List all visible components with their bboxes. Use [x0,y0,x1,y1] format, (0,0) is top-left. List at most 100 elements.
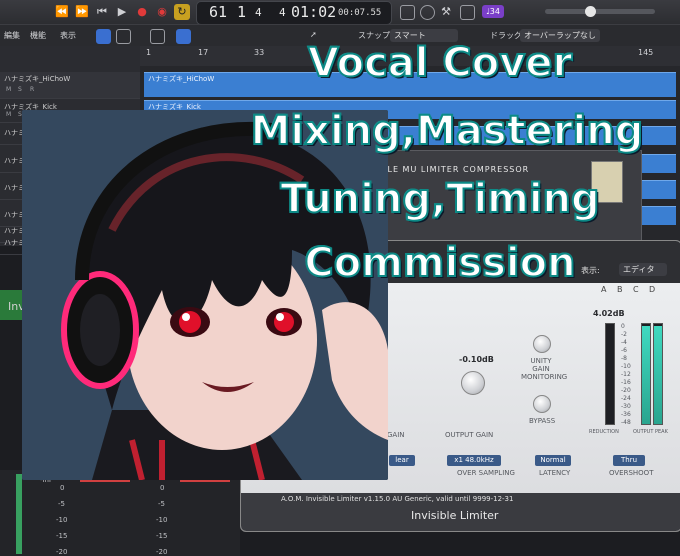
edit-menu[interactable]: 編集 [4,30,20,41]
plugin-version-line: A.O.M. Invisible Limiter v1.15.0 AU Gene… [281,495,514,503]
track-name: ハナミズキ_HiChoW [4,75,71,83]
peak-line [180,480,230,482]
view-menu[interactable]: 表示 [60,30,76,41]
output-db-readout: 4.02dB [593,309,625,318]
lcd-time-fine: 00:07.55 [338,8,382,18]
meter-fill [642,326,650,424]
list-editor-icon[interactable] [400,5,415,20]
note-pad-icon[interactable] [460,5,475,20]
latency-button[interactable]: Normal [535,455,571,466]
lcd-display[interactable]: 61 1 4 4 01:02 00:07.55 [196,1,392,25]
bypass-switch[interactable] [533,395,551,413]
reduction-meter [605,323,615,425]
master-volume-slider[interactable] [545,6,655,17]
latency-label: LATENCY [539,469,571,477]
lcd-tick: 4 [279,6,286,19]
title-line-2: Mixing,Mastering [250,107,645,155]
go-to-start-icon[interactable]: ⏮ [94,4,110,20]
meter-scale-label: -4 [621,339,627,346]
ruler-mark: 17 [198,48,209,57]
ruler-mark: 145 [638,48,654,57]
ruler-mark: 1 [146,48,152,57]
peak-line [80,480,130,482]
output-peak-label: OUTPUT PEAK [633,429,668,435]
unity-gain-switch[interactable] [533,335,551,353]
capture-record-icon[interactable]: ◉ [154,4,170,20]
meter-scale-label: -10 [621,363,631,370]
lcd-beat: 1 [237,3,247,21]
preset-slot[interactable]: B [617,285,623,294]
plugin-footer: A.O.M. Invisible Limiter v1.15.0 AU Gene… [241,493,680,531]
meter-scale-label: -2 [621,331,627,338]
meter-fill [654,326,662,424]
cycle-icon[interactable]: ↻ [174,4,190,20]
avatar-illustration [22,110,388,480]
key-signature-badge[interactable]: ♩34 [482,5,504,18]
fader-scale: 0 [160,484,165,492]
transport-bar: ⏪ ⏩ ⏮ ▶ ● ◉ ↻ 61 1 4 4 01:02 00:07.55 ⚒ … [0,0,680,25]
overshoot-button[interactable]: Thru [613,455,645,466]
fader-scale: -10 [156,516,168,524]
meter-scale-label: -16 [621,379,631,386]
fast-forward-icon[interactable]: ⏩ [74,4,90,20]
bypass-label: BYPASS [529,417,556,425]
meter-scale-label: -20 [621,387,631,394]
preset-slot[interactable]: A [601,285,606,294]
fader-scale: -20 [56,548,68,556]
track-row[interactable]: ハナミズキ_HiChoW M S R [0,72,140,99]
preset-slot[interactable]: D [649,285,655,294]
mute-button[interactable]: M [6,86,11,93]
record-enable-button[interactable]: R [30,86,34,93]
meter-scale-label: -6 [621,347,627,354]
automation-icon[interactable] [176,29,191,44]
volume-knob[interactable] [585,6,596,17]
fader-scale: 0 [60,484,65,492]
output-meter-right [653,323,663,425]
meter-scale-label: -48 [621,419,631,426]
fader-scale: -5 [158,500,165,508]
compressor-title: BLE MU LIMITER COMPRESSOR [381,165,530,174]
title-line-3: Tuning,Timing [279,175,600,223]
solo-button[interactable]: S [18,86,22,93]
unity-gain-label: UNITY GAIN MONITORING [521,357,568,381]
mode-button[interactable]: lear [389,455,415,466]
meter-scale-label: -12 [621,371,631,378]
oversampling-button[interactable]: x1 48.0kHz [447,455,501,466]
grid-view-icon[interactable] [96,29,111,44]
title-line-4: Commission [303,239,576,287]
function-menu[interactable]: 機能 [30,30,46,41]
meter-scale-label: -24 [621,395,631,402]
rewind-icon[interactable]: ⏪ [54,4,70,20]
output-gain-value: -0.10dB [459,355,494,364]
lcd-time: 01:02 [291,3,337,21]
preset-slot[interactable]: C [633,285,639,294]
lcd-bars: 61 [209,3,228,21]
fader-scale: -5 [58,500,65,508]
fader-scale: -15 [156,532,168,540]
fader-scale: -10 [56,516,68,524]
output-meter-left [641,323,651,425]
catch-icon[interactable] [150,29,165,44]
overshoot-label: OVERSHOOT [609,469,654,477]
region-name: ハナミズキ_HiChoW [148,75,215,83]
output-gain-label: OUTPUT GAIN [445,431,494,439]
title-line-1: Vocal Cover [307,39,573,87]
play-icon[interactable]: ▶ [114,4,130,20]
fader-scale: -20 [156,548,168,556]
pointer-tool-icon[interactable]: ➚ [310,30,317,39]
meter-scale-label: -30 [621,403,631,410]
tools-icon[interactable]: ⚒ [438,4,454,20]
gain-label: GAIN [387,431,405,439]
list-view-icon[interactable] [116,29,131,44]
tuner-icon[interactable] [420,5,435,20]
fader-scale: -15 [56,532,68,540]
reduction-label: REDUCTION [589,429,619,435]
oversampling-label: OVER SAMPLING [457,469,515,477]
output-gain-knob[interactable] [461,371,485,395]
mute-button[interactable]: M [6,111,11,118]
record-icon[interactable]: ● [134,4,150,20]
meter-scale-label: 0 [621,323,625,330]
meter-scale-label: -8 [621,355,627,362]
lcd-division: 4 [255,6,262,19]
level-meter [16,474,22,554]
